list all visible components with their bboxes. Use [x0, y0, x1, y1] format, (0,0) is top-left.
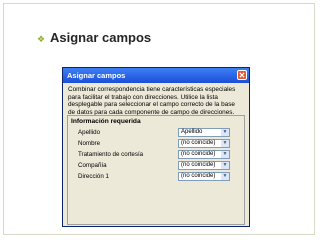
assign-fields-dialog: Asignar campos ✕ Combinar correspondenci…	[62, 67, 250, 227]
field-row-tratamiento: Tratamiento de cortesía (no coincide) ▼	[78, 150, 238, 160]
group-title: Información requerida	[71, 118, 141, 125]
dropdown-value: (no coincide)	[181, 140, 216, 146]
dropdown-value: Apellido	[181, 129, 203, 135]
field-row-nombre: Nombre (no coincide) ▼	[78, 139, 238, 149]
dropdown-value: (no coincide)	[181, 173, 216, 179]
chevron-down-icon[interactable]: ▼	[221, 140, 229, 147]
dialog-titlebar: Asignar campos ✕	[63, 68, 249, 83]
field-dropdown[interactable]: (no coincide) ▼	[178, 139, 230, 148]
field-label: Apellido	[78, 129, 101, 136]
slide-title: Asignar campos	[50, 30, 152, 45]
field-label: Tratamiento de cortesía	[78, 151, 144, 158]
field-dropdown[interactable]: (no coincide) ▼	[178, 150, 230, 159]
field-label: Nombre	[78, 140, 101, 147]
dialog-description: Combinar correspondencia tiene caracterí…	[68, 86, 236, 116]
chevron-down-icon[interactable]: ▼	[221, 162, 229, 169]
field-row-apellido: Apellido Apellido ▼	[78, 128, 238, 138]
field-label: Compañía	[78, 162, 107, 169]
close-icon[interactable]: ✕	[237, 70, 247, 80]
field-dropdown[interactable]: Apellido ▼	[178, 128, 230, 137]
field-row-compania: Compañía (no coincide) ▼	[78, 161, 238, 171]
chevron-down-icon[interactable]: ▼	[221, 129, 229, 136]
chevron-down-icon[interactable]: ▼	[221, 151, 229, 158]
field-dropdown[interactable]: (no coincide) ▼	[178, 172, 230, 181]
chevron-down-icon[interactable]: ▼	[221, 173, 229, 180]
field-row-direccion1: Dirección 1 (no coincide) ▼	[78, 172, 238, 182]
dropdown-value: (no coincide)	[181, 162, 216, 168]
required-info-group: Información requerida Apellido Apellido …	[67, 115, 245, 225]
field-dropdown[interactable]: (no coincide) ▼	[178, 161, 230, 170]
field-label: Dirección 1	[78, 173, 109, 180]
dropdown-value: (no coincide)	[181, 151, 216, 157]
dialog-title: Asignar campos	[67, 71, 126, 80]
bullet-icon: ❖	[37, 34, 46, 44]
